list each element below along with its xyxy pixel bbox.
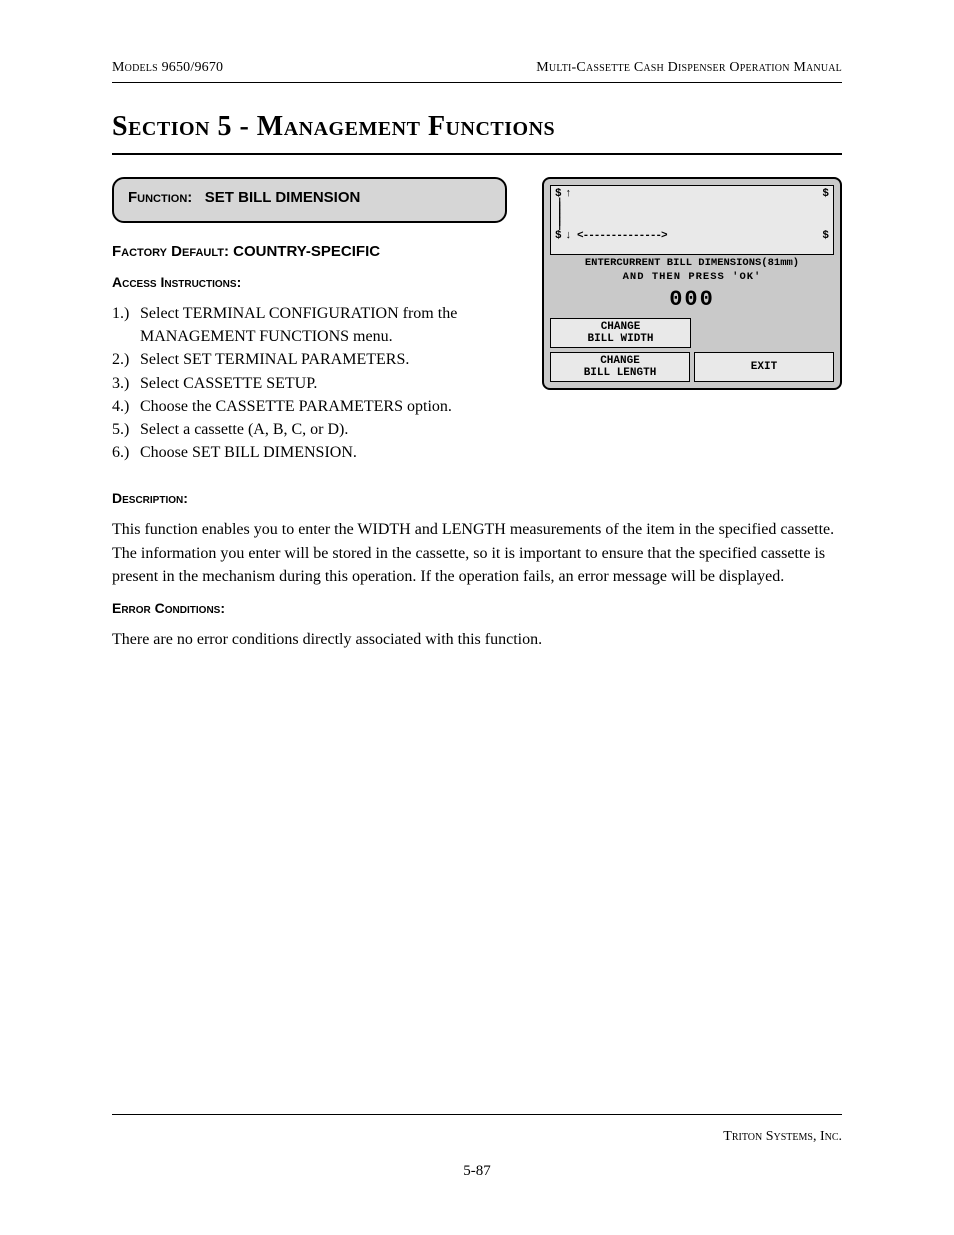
dollar-icon: $	[822, 230, 829, 242]
function-label-prefix: Function:	[128, 189, 192, 206]
right-column: $ $ $ $ ↑ ||||||| ↓ <--------------> ENT…	[542, 177, 842, 390]
change-bill-length-button[interactable]: CHANGE BILL LENGTH	[550, 352, 690, 382]
atm-value: 000	[550, 287, 834, 312]
atm-button-line: BILL WIDTH	[551, 333, 690, 345]
step-text: Choose SET BILL DIMENSION.	[140, 441, 524, 464]
change-bill-width-button[interactable]: CHANGE BILL WIDTH	[550, 318, 691, 348]
step-row: 3.)Select CASSETTE SETUP.	[112, 372, 524, 395]
footer-page-number: 5-87	[0, 1163, 954, 1180]
footer-rule	[112, 1114, 842, 1115]
step-row: 1.)Select TERMINAL CONFIGURATION from th…	[112, 302, 524, 348]
atm-screen: $ $ $ $ ↑ ||||||| ↓ <--------------> ENT…	[542, 177, 842, 390]
step-text: Select a cassette (A, B, C, or D).	[140, 418, 524, 441]
left-column: Function: SET BILL DIMENSION Factory Def…	[112, 177, 524, 478]
horizontal-arrow: <-------------->	[577, 230, 817, 242]
atm-button-line: BILL LENGTH	[551, 367, 689, 379]
arrow-up-icon: ↑	[565, 188, 572, 200]
atm-button-row: CHANGE BILL LENGTH EXIT	[550, 352, 834, 382]
factory-default-value: COUNTRY-SPECIFIC	[233, 243, 380, 260]
footer-company: Triton Systems, Inc.	[723, 1129, 842, 1145]
description-text: This function enables you to enter the W…	[112, 518, 842, 588]
dollar-icon: $	[555, 230, 562, 242]
header-right: Multi-Cassette Cash Dispenser Operation …	[536, 60, 842, 76]
step-number: 2.)	[112, 348, 140, 371]
dollar-icon: $	[822, 188, 829, 200]
atm-button-row: CHANGE BILL WIDTH	[550, 318, 834, 348]
exit-button[interactable]: EXIT	[694, 352, 834, 382]
description-heading: Description:	[112, 490, 842, 506]
function-box: Function: SET BILL DIMENSION	[112, 177, 507, 223]
step-text: Select CASSETTE SETUP.	[140, 372, 524, 395]
step-number: 5.)	[112, 418, 140, 441]
atm-button-line: CHANGE	[551, 321, 690, 333]
vertical-dashes: |||||||	[557, 200, 561, 228]
step-text: Choose the CASSETTE PARAMETERS option.	[140, 395, 524, 418]
step-number: 4.)	[112, 395, 140, 418]
step-text: Select SET TERMINAL PARAMETERS.	[140, 348, 524, 371]
header-rule	[112, 82, 842, 83]
access-steps: 1.)Select TERMINAL CONFIGURATION from th…	[112, 302, 524, 464]
step-number: 1.)	[112, 302, 140, 348]
step-row: 4.)Choose the CASSETTE PARAMETERS option…	[112, 395, 524, 418]
step-row: 5.)Select a cassette (A, B, C, or D).	[112, 418, 524, 441]
error-conditions-text: There are no error conditions directly a…	[112, 628, 842, 651]
section-title: Section 5 - Management Functions	[112, 111, 842, 143]
function-label-value: SET BILL DIMENSION	[205, 189, 361, 206]
error-conditions-heading: Error Conditions:	[112, 600, 842, 616]
atm-prompt-line1: ENTERCURRENT BILL DIMENSIONS(81mm)	[550, 257, 834, 269]
factory-default-label: Factory Default:	[112, 243, 229, 260]
step-number: 3.)	[112, 372, 140, 395]
atm-button-line: EXIT	[695, 361, 833, 373]
atm-button-spacer	[695, 318, 834, 348]
factory-default-heading: Factory Default: COUNTRY-SPECIFIC	[112, 243, 524, 260]
section-rule	[112, 153, 842, 155]
page-header: Models 9650/9670 Multi-Cassette Cash Dis…	[112, 60, 842, 76]
atm-display-graphic: $ $ $ $ ↑ ||||||| ↓ <-------------->	[550, 185, 834, 255]
step-row: 6.)Choose SET BILL DIMENSION.	[112, 441, 524, 464]
function-label: Function: SET BILL DIMENSION	[128, 189, 360, 206]
access-instructions-heading: Access Instructions:	[112, 274, 524, 290]
atm-prompt-line2: AND THEN PRESS 'OK'	[550, 271, 834, 283]
step-text: Select TERMINAL CONFIGURATION from the M…	[140, 302, 524, 348]
content-row: Function: SET BILL DIMENSION Factory Def…	[112, 177, 842, 478]
step-row: 2.)Select SET TERMINAL PARAMETERS.	[112, 348, 524, 371]
step-number: 6.)	[112, 441, 140, 464]
arrow-down-icon: ↓	[565, 230, 572, 242]
header-left: Models 9650/9670	[112, 60, 223, 76]
atm-button-line: CHANGE	[551, 355, 689, 367]
